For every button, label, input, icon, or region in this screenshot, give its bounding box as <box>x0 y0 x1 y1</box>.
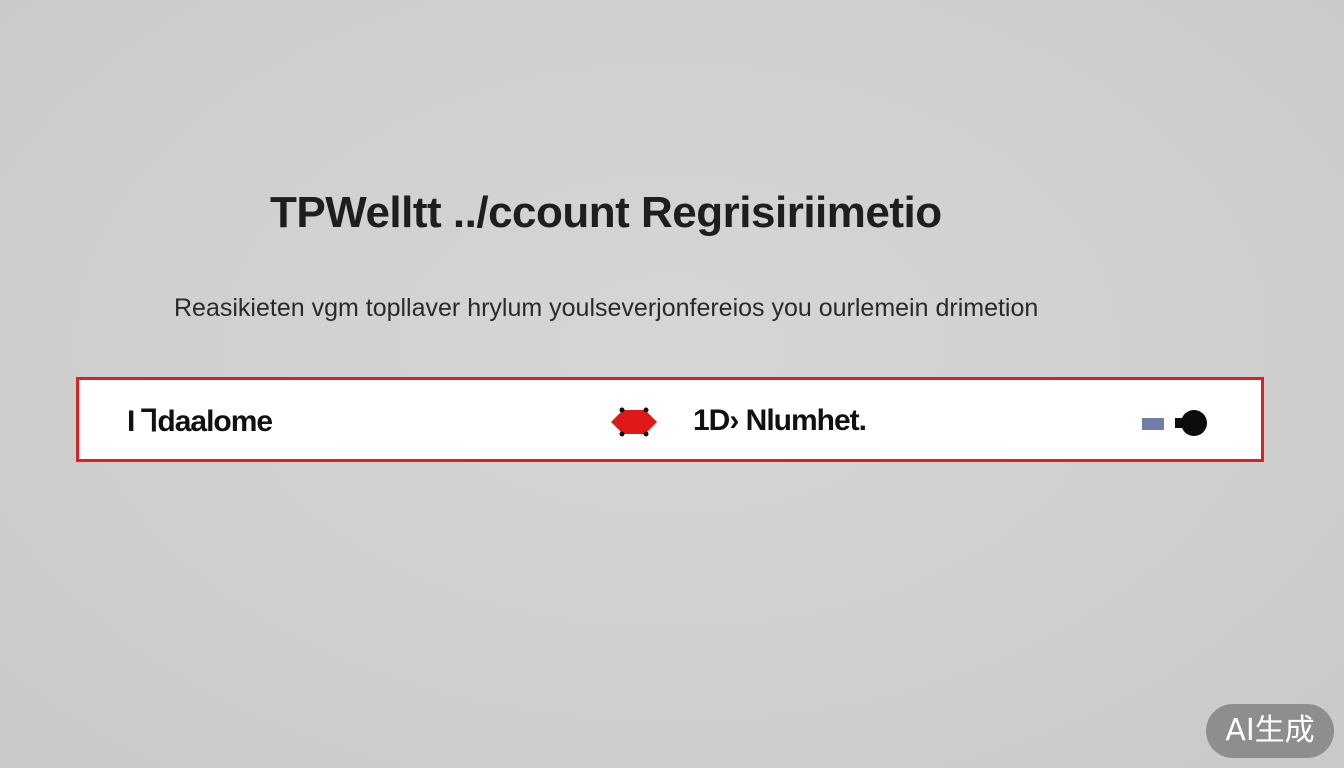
id-number-field[interactable]: 1D› Nlumhet. <box>693 404 867 438</box>
registration-form-bar: I ⅂daalome 1D› Nlumhet. <box>76 377 1264 462</box>
swap-arrows-icon[interactable] <box>611 406 657 438</box>
page: TPWelltt ../ccount Regrisiriimetio Reasi… <box>0 0 1344 768</box>
page-title: TPWelltt ../ccount Regrisiriimetio <box>270 188 942 237</box>
toggle-knob <box>1175 410 1207 436</box>
toggle-switch-icon[interactable] <box>1139 406 1219 438</box>
username-field[interactable]: I ⅂daalome <box>127 404 273 439</box>
page-subtitle: Reasikieten vgm topllaver hrylum youlsev… <box>174 294 1039 322</box>
ai-generated-badge: AI生成 <box>1206 704 1334 758</box>
toggle-track <box>1142 418 1164 430</box>
